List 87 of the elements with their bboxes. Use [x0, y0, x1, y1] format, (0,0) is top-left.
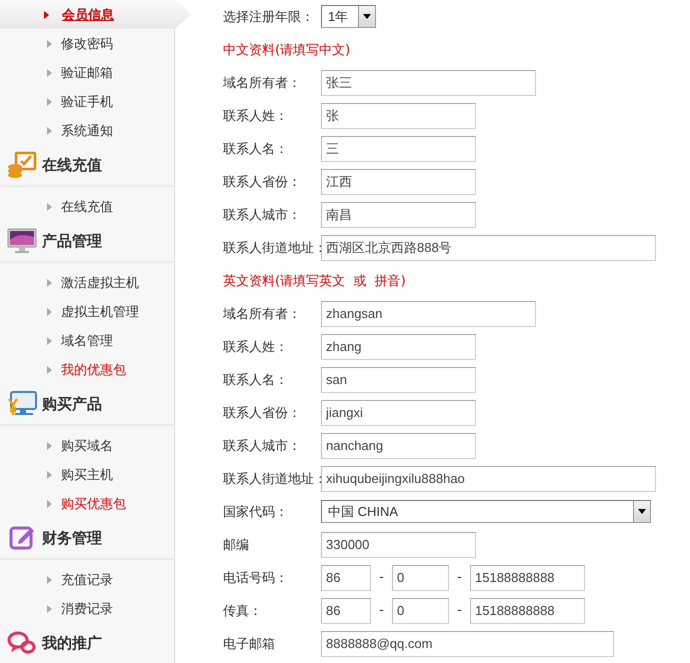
field-label: 电子邮箱 [223, 636, 276, 652]
chat-icon [7, 630, 37, 656]
input-field[interactable]: zhangsan [321, 300, 536, 326]
triangle-icon [47, 278, 52, 286]
coins-icon [7, 151, 37, 179]
input-field[interactable]: nanchang [321, 432, 476, 458]
input-field[interactable]: 江西 [321, 168, 476, 194]
input-field[interactable]: jiangxi [321, 400, 476, 426]
sidebar-item[interactable]: 验证手机 [0, 87, 175, 116]
triangle-icon [47, 366, 52, 374]
input-field[interactable]: 0 [392, 564, 449, 590]
input-field[interactable]: 86 [321, 564, 371, 590]
caret-icon [363, 14, 371, 19]
field-label: 联系人街道地址： [223, 240, 321, 256]
input-field[interactable]: 张 [321, 102, 476, 128]
triangle-icon [47, 40, 52, 48]
field-label: 国家代码： [223, 504, 289, 520]
sidebar-item[interactable]: 虚拟主机管理 [0, 297, 175, 326]
field-label: 选择注册年限： [223, 8, 315, 26]
triangle-icon [47, 576, 52, 584]
sidebar-item[interactable]: 购买主机 [0, 460, 175, 489]
monitor-icon [7, 391, 37, 417]
monitor-icon [7, 228, 37, 254]
triangle-icon [47, 202, 52, 210]
sidebar-item[interactable]: 系统通知 [0, 116, 175, 145]
input-field[interactable]: 张三 [321, 70, 536, 96]
section-title: 英文资料(请填写英文 或 拼音) [223, 272, 406, 290]
field-label: 电话号码： [223, 570, 289, 586]
section-title: 中文资料(请填写中文) [223, 42, 350, 58]
triangle-icon [47, 442, 52, 450]
group-heading[interactable]: 产品管理 [42, 232, 102, 250]
separator: - [378, 603, 385, 618]
input-field[interactable]: xihuqubeijingxilu888hao [321, 466, 656, 492]
field-label: 联系人街道地址： [223, 470, 321, 488]
triangle-icon [47, 68, 52, 76]
field-label: 域名所有者： [223, 306, 302, 322]
field-label: 传真： [223, 602, 263, 620]
field-label: 联系人城市： [223, 438, 302, 454]
input-field[interactable]: 西湖区北京西路888号 [321, 234, 656, 260]
period-select[interactable]: 1年 [321, 5, 376, 28]
input-field[interactable]: 南昌 [321, 202, 476, 228]
separator: - [456, 603, 463, 618]
sidebar-item[interactable]: 我的优惠包 [0, 355, 175, 384]
input-field[interactable]: 330000 [321, 532, 476, 558]
input-field[interactable]: 86 [321, 598, 371, 624]
field-label: 邮编 [223, 536, 250, 554]
triangle-icon [47, 470, 52, 478]
field-label: 联系人名： [223, 140, 289, 158]
field-label: 联系人城市： [223, 206, 302, 224]
triangle-icon [47, 336, 52, 344]
sidebar-item[interactable]: 购买域名 [0, 431, 175, 460]
sidebar-item[interactable]: 充值记录 [0, 565, 175, 594]
sidebar-item[interactable]: 在线充值 [0, 192, 175, 221]
input-field[interactable]: 15188888888 [470, 598, 585, 624]
input-field[interactable]: san [321, 366, 476, 392]
field-label: 联系人名： [223, 372, 289, 388]
edit-icon [8, 525, 36, 551]
input-field[interactable]: 0 [392, 598, 449, 624]
triangle-icon [47, 98, 52, 106]
caret-icon [638, 509, 646, 514]
triangle-icon [47, 604, 52, 612]
input-field[interactable]: zhang [321, 334, 476, 360]
sidebar-item[interactable]: 消费记录 [0, 594, 175, 623]
triangle-icon [47, 308, 52, 316]
field-label: 域名所有者： [223, 74, 302, 92]
sidebar-item[interactable]: 验证邮箱 [0, 58, 175, 87]
sidebar-item[interactable]: 域名管理 [0, 326, 175, 355]
sidebar-item[interactable]: 修改密码 [0, 29, 175, 58]
triangle-icon [47, 126, 52, 134]
triangle-icon [47, 500, 52, 508]
field-label: 联系人省份： [223, 174, 302, 190]
input-field[interactable]: 8888888@qq.com [321, 630, 614, 656]
input-field[interactable]: 15188888888 [470, 564, 585, 590]
triangle-icon [44, 10, 49, 18]
input-field[interactable]: 三 [321, 136, 476, 162]
country-select[interactable]: 中国 CHINA [321, 500, 651, 523]
field-label: 联系人姓： [223, 338, 289, 356]
sidebar-item[interactable]: 激活虚拟主机 [0, 268, 175, 297]
sidebar-item[interactable]: 购买优惠包 [0, 489, 175, 518]
group-heading[interactable]: 在线充值 [42, 156, 102, 174]
group-heading[interactable]: 我的推广 [42, 634, 102, 652]
separator: - [378, 570, 385, 585]
separator: - [456, 570, 463, 585]
field-label: 联系人姓： [223, 108, 289, 124]
field-label: 联系人省份： [223, 404, 302, 422]
group-heading[interactable]: 购买产品 [42, 394, 102, 414]
group-heading[interactable]: 财务管理 [42, 528, 102, 548]
